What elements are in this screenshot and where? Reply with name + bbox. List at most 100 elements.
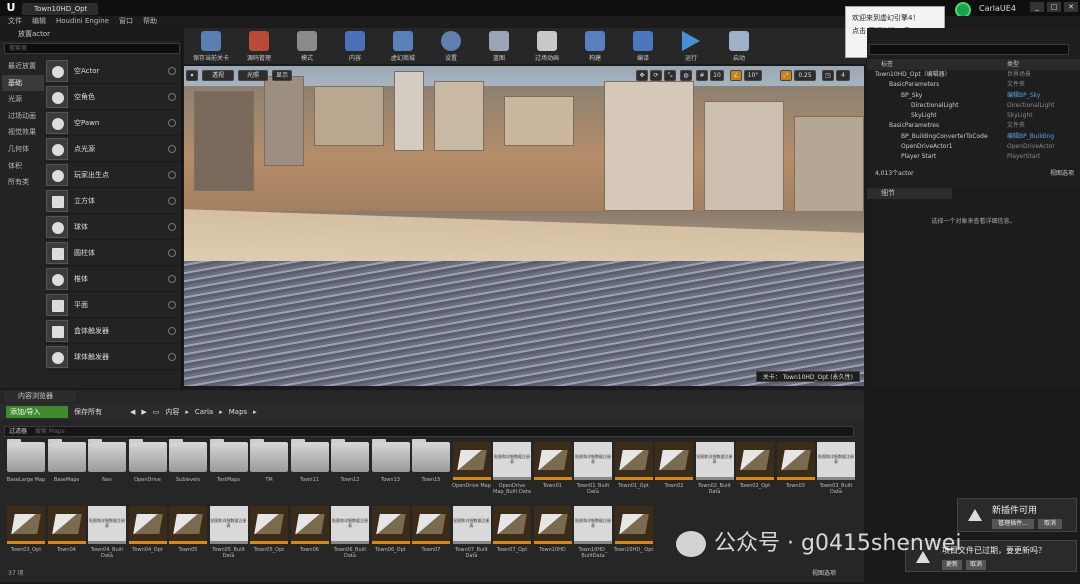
folder-item[interactable]: TestMaps [209,439,249,500]
perspective-button[interactable]: 透视 [202,70,234,81]
save-all-button[interactable]: 保存所有 [74,406,126,418]
actor-item[interactable]: 椎体 [46,266,180,292]
asset-item[interactable]: Town02 [654,442,694,500]
grid-snap-value[interactable]: 10 [710,70,724,81]
actor-item[interactable]: 球体触发器 [46,344,180,370]
asset-item[interactable]: Town10HD [533,506,573,564]
help-icon[interactable] [168,222,176,231]
compile-button[interactable]: 编译 [620,28,666,64]
folder-item[interactable]: Nav [87,439,127,500]
actor-item[interactable]: 平面 [46,292,180,318]
translate-icon[interactable]: ✥ [636,70,648,81]
scale-icon[interactable]: ⤡ [664,70,676,81]
asset-item[interactable]: Town04_Opt [128,506,168,564]
asset-item[interactable]: Town04 [47,506,87,564]
blueprints-button[interactable]: 蓝图 [476,28,522,64]
rotation-snap-value[interactable]: 10° [744,70,762,81]
search-classes-input[interactable]: 搜索类 [4,43,180,54]
details-tab[interactable]: 细节 [867,188,952,199]
folder-item[interactable]: Town15 [411,439,451,500]
close-button[interactable]: ✕ [1064,2,1078,12]
edit-blueprint-link[interactable]: 编辑BP_Building [1007,132,1080,142]
actor-item[interactable]: 球体 [46,214,180,240]
asset-item[interactable]: 贴图和详细数据注册表 Town07_Built Data [452,506,492,564]
build-button[interactable]: 构建 [572,28,618,64]
asset-item[interactable]: 贴图和详细数据注册表 OpenDrive Map_Built Data [492,442,532,500]
grid-snap-icon[interactable]: # [696,70,708,81]
outliner-row[interactable]: BasicParameters 文件夹 [867,80,1080,90]
rotation-snap-icon[interactable]: ∠ [730,70,742,81]
help-icon[interactable] [168,118,176,127]
camera-speed-value[interactable]: 4 [836,70,850,81]
minimize-button[interactable]: _ [1030,2,1044,12]
level-viewport[interactable]: ▾ 透视 光照 显示 ✥ ⟳ ⤡ ◍ # 10 ∠ 10° ⤢ 0.25 ◳ 4… [184,66,864,386]
help-icon[interactable] [168,326,176,335]
unreal-logo-icon[interactable]: U [4,1,18,15]
asset-item[interactable]: 贴图和详细数据注册表 Town02_Built Data [695,442,735,500]
cinematics-button[interactable]: 过场动画 [524,28,570,64]
folder-item[interactable]: Town12 [330,439,370,500]
asset-item[interactable]: 贴图和详细数据注册表 Town04_Built Data [87,506,127,564]
marketplace-button[interactable]: 虚幻商城 [380,28,426,64]
category-volumes[interactable]: 体积 [2,158,44,175]
asset-item[interactable]: Town05 [168,506,208,564]
actor-item[interactable]: 空角色 [46,84,180,110]
outliner-row[interactable]: Player Start PlayerStart [867,152,1080,162]
folder-item[interactable]: OpenDrive [128,439,168,500]
help-icon[interactable] [168,248,176,257]
outliner-row[interactable]: Town10HD_Opt（编辑器） 世界场景 [867,70,1080,80]
category-recent[interactable]: 最近放置 [2,58,44,75]
actor-item[interactable]: 点光源 [46,136,180,162]
back-icon[interactable]: ◀ [130,406,135,418]
save-level-button[interactable]: 保存当前关卡 [188,28,234,64]
maximize-button[interactable]: □ [1047,2,1061,12]
breadcrumb-maps[interactable]: Maps [229,406,247,418]
actor-item[interactable]: 盒体触发器 [46,318,180,344]
help-icon[interactable] [168,196,176,205]
actor-item[interactable]: 圆柱体 [46,240,180,266]
content-search-bar[interactable]: 过滤器 搜索 Maps [4,426,854,437]
asset-item[interactable]: Town05_Opt [249,506,289,564]
content-button[interactable]: 内容 [332,28,378,64]
outliner-row[interactable]: OpenDriveActor1 OpenDriveActor [867,142,1080,152]
help-icon[interactable] [168,92,176,101]
actor-item[interactable]: 空Pawn [46,110,180,136]
show-button[interactable]: 显示 [272,70,292,81]
content-browser-tab[interactable]: 内容浏览器 [4,391,76,402]
filters-button[interactable]: 过滤器 [9,428,27,435]
world-icon[interactable]: ◍ [680,70,692,81]
category-lights[interactable]: 光源 [2,91,44,108]
actor-item[interactable]: 玩家出生点 [46,162,180,188]
view-options-button[interactable]: 视图选项 [812,568,862,578]
edit-blueprint-link[interactable]: 编辑BP_Sky [1007,91,1080,101]
asset-item[interactable]: Town03 [776,442,816,500]
category-geometry[interactable]: 几何体 [2,141,44,158]
help-icon[interactable] [168,300,176,309]
help-icon[interactable] [168,66,176,75]
outliner-search-input[interactable] [869,44,1069,55]
asset-item[interactable]: OpenDrive Map [452,442,492,500]
modes-button[interactable]: 模式 [284,28,330,64]
scale-snap-value[interactable]: 0.25 [794,70,816,81]
category-visual-effects[interactable]: 视觉效果 [2,124,44,141]
asset-item[interactable]: 贴图和详细数据注册表 Town05_Built Data [209,506,249,564]
column-label[interactable]: 标签 [867,59,1007,70]
folder-item[interactable]: Sublevels [168,439,208,500]
menu-help[interactable]: 帮助 [143,16,157,27]
outliner-row[interactable]: DirectionalLight DirectionalLight [867,101,1080,111]
menu-houdini[interactable]: Houdini Engine [56,16,109,27]
folder-item[interactable]: BaseLarge Map [6,439,46,500]
menu-file[interactable]: 文件 [8,16,22,27]
outliner-row[interactable]: BP_Sky 编辑BP_Sky [867,91,1080,101]
asset-item[interactable]: Town06_Opt [371,506,411,564]
menu-edit[interactable]: 编辑 [32,16,46,27]
outliner-row[interactable]: SkyLight SkyLight [867,111,1080,121]
asset-item[interactable]: Town07 [411,506,451,564]
category-basic[interactable]: 基础 [2,74,44,92]
asset-item[interactable]: Town10HD_ Opt [614,506,654,564]
asset-item[interactable]: 贴图和详细数据注册表 Town10HD_ BuiltData [573,506,613,564]
column-type[interactable]: 类型 [1007,61,1019,68]
outliner-row[interactable]: BP_BuildingConverterToCode 编辑BP_Building [867,132,1080,142]
breadcrumb-carla[interactable]: Carla [195,406,213,418]
asset-item[interactable]: Town01_Opt [614,442,654,500]
